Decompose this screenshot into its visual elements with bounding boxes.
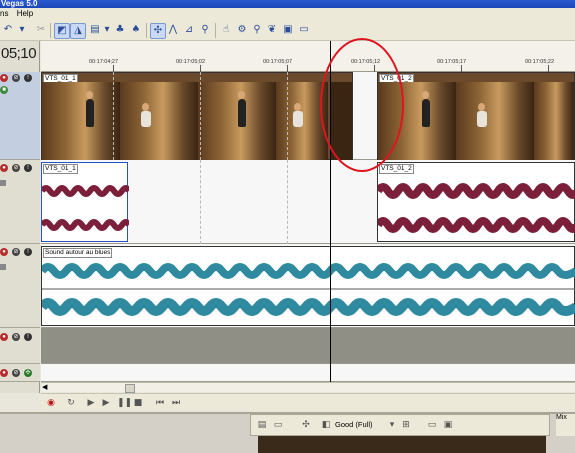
fx-icon[interactable]: ● xyxy=(0,164,8,172)
stop-icon[interactable]: ■ xyxy=(133,398,143,408)
play-from-start-icon[interactable]: ▶ xyxy=(86,398,96,408)
video-track[interactable]: VTS_01_1 VTS_01_2 xyxy=(41,72,575,160)
mute-icon[interactable]: ⊘ xyxy=(12,248,20,256)
solo-icon[interactable]: ! xyxy=(24,333,32,341)
external-monitor-icon[interactable]: ▭ xyxy=(273,420,283,430)
video-track-header[interactable]: ● ⊘ ! ■ xyxy=(0,72,40,160)
timecode-display: 05;10 xyxy=(1,45,37,62)
audio-track-1-header[interactable]: ● ⊘ ! xyxy=(0,160,40,244)
bus-track-header[interactable]: ● ⊘ ✣ xyxy=(0,364,40,382)
menu-bar: ns Help xyxy=(0,8,575,20)
mute-icon[interactable]: ⊘ xyxy=(12,333,20,341)
effects-icon[interactable]: ❦ xyxy=(265,23,279,37)
fx-icon[interactable]: ● xyxy=(0,333,8,341)
audio-waveform xyxy=(42,263,575,316)
title-bar: Vegas 5.0 xyxy=(0,0,575,8)
audio-track-1[interactable]: VTS_01_1 VTS_01_2 xyxy=(41,160,575,244)
find-icon[interactable]: ⚲ xyxy=(250,23,264,37)
composite-icon[interactable]: ■ xyxy=(0,86,8,94)
lock-envelope-icon[interactable]: ⋀ xyxy=(166,23,180,37)
audio-track-2[interactable]: Sound autour au blues xyxy=(41,244,575,328)
play-icon[interactable]: ▶ xyxy=(101,398,111,408)
mute-icon[interactable]: ⊘ xyxy=(12,164,20,172)
crossfade-icon[interactable]: ⚲ xyxy=(198,23,212,37)
video-thumbnail xyxy=(42,82,120,160)
dropdown-arrow-icon[interactable]: ▾ xyxy=(15,23,29,37)
menu-item-options[interactable]: ns xyxy=(0,9,8,18)
preview-quality-icon[interactable]: ◧ xyxy=(321,420,331,430)
menu-item-help[interactable]: Help xyxy=(17,9,33,18)
marker-icon[interactable]: ☝ xyxy=(219,23,233,37)
timeline-ruler[interactable]: 00:17:04;27 00:17:05;02 00:17:05;07 00:1… xyxy=(41,41,575,72)
preview-quality-select[interactable]: Good (Full) xyxy=(335,420,373,429)
audio-clip[interactable]: Sound autour au blues xyxy=(41,246,575,326)
audio-track-3-header[interactable]: ● ⊘ ! xyxy=(0,328,40,364)
go-to-start-icon[interactable]: ⏮ xyxy=(155,398,165,408)
mute-icon[interactable]: ⊘ xyxy=(12,369,20,377)
region-icon[interactable]: ⚙ xyxy=(235,23,249,37)
ignore-grouping-icon[interactable]: ⊿ xyxy=(182,23,196,37)
video-thumbnail xyxy=(456,82,534,160)
media-icon[interactable]: ▣ xyxy=(281,23,295,37)
video-preview xyxy=(258,436,546,453)
volume-slider[interactable] xyxy=(0,264,6,270)
solo-icon[interactable]: ! xyxy=(24,248,32,256)
video-thumbnail xyxy=(534,82,574,160)
audio-track-2-header[interactable]: ● ⊘ ! xyxy=(0,244,40,328)
scroll-thumb[interactable] xyxy=(125,384,135,393)
toolbar: ↶ ▾ ✂ ◩ ◮ ▤ ▾ ♣ ♠ ✣ ⋀ ⊿ ⚲ ☝ ⚙ ⚲ ❦ ▣ ▭ xyxy=(0,20,575,41)
cut-icon[interactable]: ✂ xyxy=(34,23,48,37)
audio-track-3[interactable] xyxy=(41,328,575,364)
tool-dropdown-icon[interactable]: ▾ xyxy=(100,23,114,37)
audio-clip[interactable]: VTS_01_2 xyxy=(377,162,575,242)
normal-edit-tool-icon[interactable]: ◩ xyxy=(54,23,70,39)
audio-waveform xyxy=(42,185,129,231)
timeline-scrollbar[interactable]: ◀ xyxy=(41,382,575,393)
window-icon[interactable]: ▭ xyxy=(297,23,311,37)
solo-icon[interactable]: ! xyxy=(24,164,32,172)
volume-slider[interactable] xyxy=(0,180,6,186)
fx-icon[interactable]: ● xyxy=(0,248,8,256)
fx-icon[interactable]: ● xyxy=(0,369,8,377)
fx-icon[interactable]: ● xyxy=(0,74,8,82)
record-icon[interactable]: ◉ xyxy=(46,398,56,408)
save-snapshot-icon[interactable]: ▣ xyxy=(443,420,453,430)
bus-track[interactable] xyxy=(41,364,575,382)
envelope-edit-tool-icon[interactable]: ◮ xyxy=(70,23,86,39)
copy-snapshot-icon[interactable]: ▭ xyxy=(427,420,437,430)
transport-bar: ◉ ↻ ▶ ▶ ❚❚ ■ ⏮ ⏭ xyxy=(41,393,575,410)
video-clip[interactable]: VTS_01_1 xyxy=(41,72,353,160)
preview-properties-icon[interactable]: ▤ xyxy=(257,420,267,430)
overlays-icon[interactable]: ⊞ xyxy=(401,420,411,430)
video-thumbnail xyxy=(198,82,276,160)
arrow-icon[interactable]: ↶ xyxy=(1,23,15,37)
solo-icon[interactable]: ! xyxy=(24,74,32,82)
zoom-tool-icon[interactable]: ♣ xyxy=(113,23,127,37)
video-thumbnail xyxy=(120,82,198,160)
mixer-tab[interactable]: Mix xyxy=(556,414,575,436)
snap-icon[interactable]: ♠ xyxy=(129,23,143,37)
pause-icon[interactable]: ❚❚ xyxy=(117,398,132,408)
audio-clip[interactable]: VTS_01_1 xyxy=(41,162,129,242)
mixer-label: Mix xyxy=(556,414,567,421)
mute-icon[interactable]: ⊘ xyxy=(12,74,20,82)
audio-waveform xyxy=(378,183,575,233)
ruler-label: 00:17:05;22 xyxy=(525,59,555,65)
annotation-circle xyxy=(320,38,404,172)
video-clip[interactable]: VTS_01_2 xyxy=(377,72,575,160)
loop-icon[interactable]: ↻ xyxy=(66,398,76,408)
split-screen-icon[interactable]: ✣ xyxy=(301,420,311,430)
auto-ripple-icon[interactable]: ✣ xyxy=(150,23,166,39)
window-title: Vegas 5.0 xyxy=(1,0,38,8)
preview-toolbar: ▤ ▭ ✣ ◧ Good (Full) ▾ ⊞ ▭ ▣ xyxy=(250,414,550,436)
go-to-end-icon[interactable]: ⏭ xyxy=(171,398,181,408)
scroll-left-icon[interactable]: ◀ xyxy=(42,383,47,391)
quality-dropdown-icon[interactable]: ▾ xyxy=(387,420,397,430)
bus-icon[interactable]: ✣ xyxy=(24,369,32,377)
